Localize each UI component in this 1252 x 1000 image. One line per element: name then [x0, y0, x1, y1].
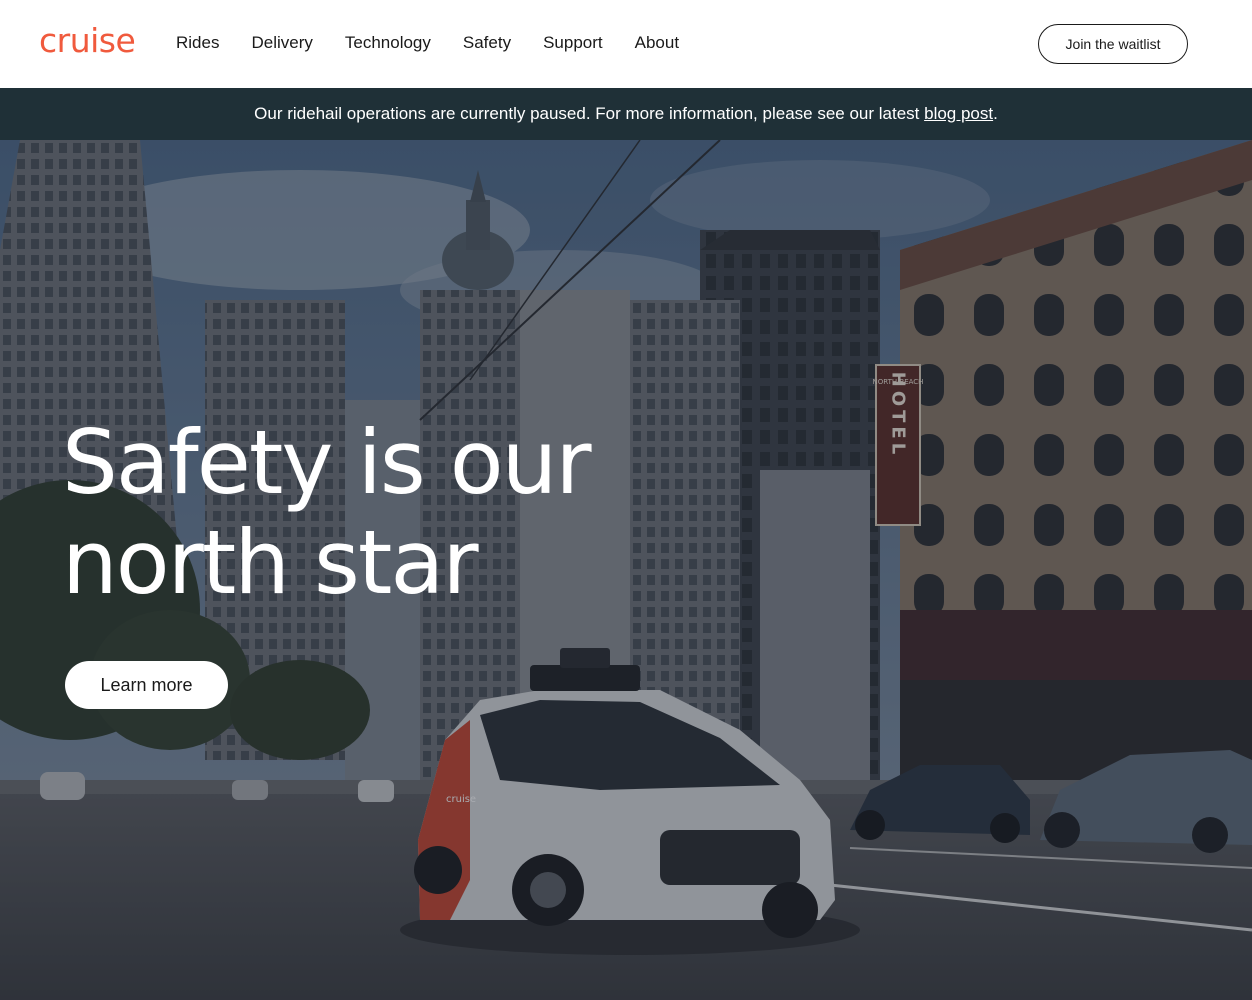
hero-heading: Safety is our north star: [62, 411, 592, 614]
learn-more-button[interactable]: Learn more: [65, 661, 228, 709]
hero-heading-line2: north star: [62, 511, 478, 614]
banner-message: Our ridehail operations are currently pa…: [254, 104, 925, 123]
blog-post-link[interactable]: blog post: [924, 104, 993, 123]
banner-suffix: .: [993, 104, 998, 123]
nav-item-rides[interactable]: Rides: [176, 30, 219, 56]
banner-text: Our ridehail operations are currently pa…: [254, 104, 998, 124]
hero-section: NORTH BEACH HOTEL cruise Safety is our n…: [0, 140, 1252, 1000]
notice-banner: Our ridehail operations are currently pa…: [0, 88, 1252, 140]
main-nav: Rides Delivery Technology Safety Support…: [176, 30, 711, 56]
nav-item-delivery[interactable]: Delivery: [251, 30, 312, 56]
cruise-logo[interactable]: cruise: [39, 19, 136, 63]
nav-item-safety[interactable]: Safety: [463, 30, 511, 56]
nav-item-support[interactable]: Support: [543, 30, 603, 56]
nav-item-technology[interactable]: Technology: [345, 30, 431, 56]
hero-heading-line1: Safety is our: [62, 411, 592, 514]
nav-item-about[interactable]: About: [635, 30, 679, 56]
site-header: cruise Rides Delivery Technology Safety …: [0, 0, 1252, 88]
join-waitlist-button[interactable]: Join the waitlist: [1038, 24, 1188, 64]
